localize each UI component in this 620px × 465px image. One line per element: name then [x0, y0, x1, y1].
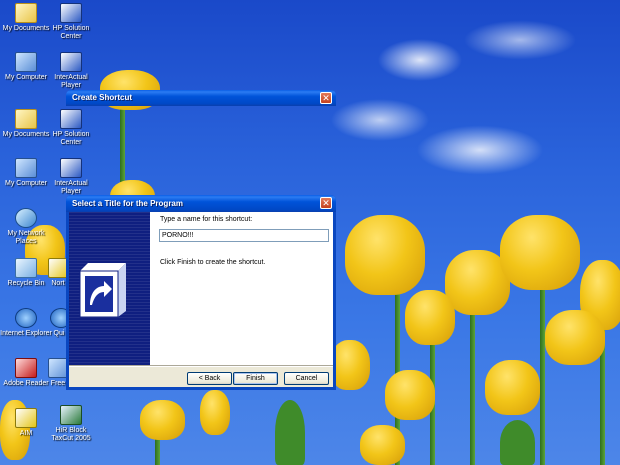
tulip-flower	[330, 340, 370, 390]
back-button[interactable]: < Back	[187, 372, 232, 385]
close-button[interactable]: ✕	[320, 197, 332, 209]
name-prompt-label: Type a name for this shortcut:	[160, 216, 253, 223]
hp-icon	[60, 3, 82, 23]
shortcut-name-input[interactable]	[159, 229, 329, 242]
desktop-icon-label: InterActual Player	[54, 180, 88, 195]
desktop-icon-recycle-bin[interactable]: Recycle Bin	[0, 258, 52, 288]
cancel-button[interactable]: Cancel	[284, 372, 329, 385]
close-icon[interactable]: ✕	[320, 92, 332, 104]
tulip-flower	[200, 390, 230, 435]
desktop-icon-taxcut[interactable]: HiR Block TaxCut 2005	[45, 405, 97, 443]
select-title-dialog: Select a Title for the Program ✕ Type a …	[66, 195, 336, 390]
desktop-icon-label: My Network Places	[7, 230, 45, 245]
desktop-icon-label: Recycle Bin	[7, 280, 45, 287]
hp-icon	[60, 109, 82, 129]
desktop-icon-label: HP Solution Center	[52, 25, 90, 40]
desktop-icon-label: Nort	[51, 280, 65, 287]
desktop-icon-label: Internet Explorer	[0, 330, 52, 337]
recycle-bin-icon	[15, 258, 37, 278]
desktop-icon-interactual-player[interactable]: InterActual Player	[45, 52, 97, 90]
taxcut-icon	[60, 405, 82, 425]
tulip-leaf	[500, 420, 535, 465]
desktop-icon-label: HP Solution Center	[52, 131, 90, 146]
computer-icon	[15, 52, 37, 72]
desktop-icon-label: Free	[50, 380, 66, 387]
desktop-icon-label: Adobe Reader	[3, 380, 49, 387]
norton-icon	[48, 258, 68, 278]
desktop-icon-label: HiR Block TaxCut 2005	[51, 427, 91, 442]
tulip-stem	[540, 270, 545, 465]
ie-icon	[15, 308, 37, 328]
dialog-titlebar[interactable]: Select a Title for the Program	[66, 195, 336, 212]
tulip-flower	[500, 215, 580, 290]
desktop-icon-adobe-reader[interactable]: Adobe Reader	[0, 358, 52, 388]
desktop-icon-interactual-player-2[interactable]: InterActual Player	[45, 158, 97, 196]
shortcut-arrow-icon	[79, 263, 126, 318]
button-separator	[69, 365, 333, 367]
computer-icon	[15, 158, 37, 178]
finish-button[interactable]: Finish	[233, 372, 278, 385]
wizard-content: Type a name for this shortcut: Click Fin…	[150, 212, 333, 365]
finish-instruction-text: Click Finish to create the shortcut.	[160, 259, 266, 266]
player-icon	[60, 158, 82, 178]
folder-icon	[15, 109, 37, 129]
desktop-icon-free[interactable]: Free	[48, 358, 68, 388]
folder-icon	[15, 3, 37, 23]
tulip-flower	[485, 360, 540, 415]
tulip-leaf	[275, 400, 305, 465]
dialog-title: Select a Title for the Program	[72, 199, 183, 208]
desktop-icon-hp-solution-center[interactable]: HP Solution Center	[45, 3, 97, 41]
tulip-flower	[360, 425, 405, 465]
desktop-icon-hp-solution-center-2[interactable]: HP Solution Center	[45, 109, 97, 147]
create-shortcut-titlebar[interactable]: Create Shortcut	[66, 90, 336, 106]
wizard-side-panel	[69, 212, 150, 365]
desktop-icon-internet-explorer[interactable]: Internet Explorer	[0, 308, 52, 338]
desktop-icon-label: InterActual Player	[54, 74, 88, 89]
network-icon	[15, 208, 37, 228]
player-icon	[60, 52, 82, 72]
tulip-stem	[470, 300, 475, 465]
window-title: Create Shortcut	[72, 93, 133, 102]
tulip-flower	[385, 370, 435, 420]
tulip-flower	[140, 400, 185, 440]
tulip-flower	[345, 215, 425, 295]
tulip-flower	[545, 310, 605, 365]
pdf-icon	[15, 358, 37, 378]
aim-icon	[15, 408, 37, 428]
desktop-icon-norton[interactable]: Nort	[48, 258, 68, 288]
tulip-flower	[405, 290, 455, 345]
dialog-body: Type a name for this shortcut: Click Fin…	[69, 212, 333, 387]
app-icon	[48, 358, 68, 378]
desktop-icon-my-network-places[interactable]: My Network Places	[0, 208, 52, 246]
create-shortcut-window: Create Shortcut ✕	[66, 90, 336, 106]
